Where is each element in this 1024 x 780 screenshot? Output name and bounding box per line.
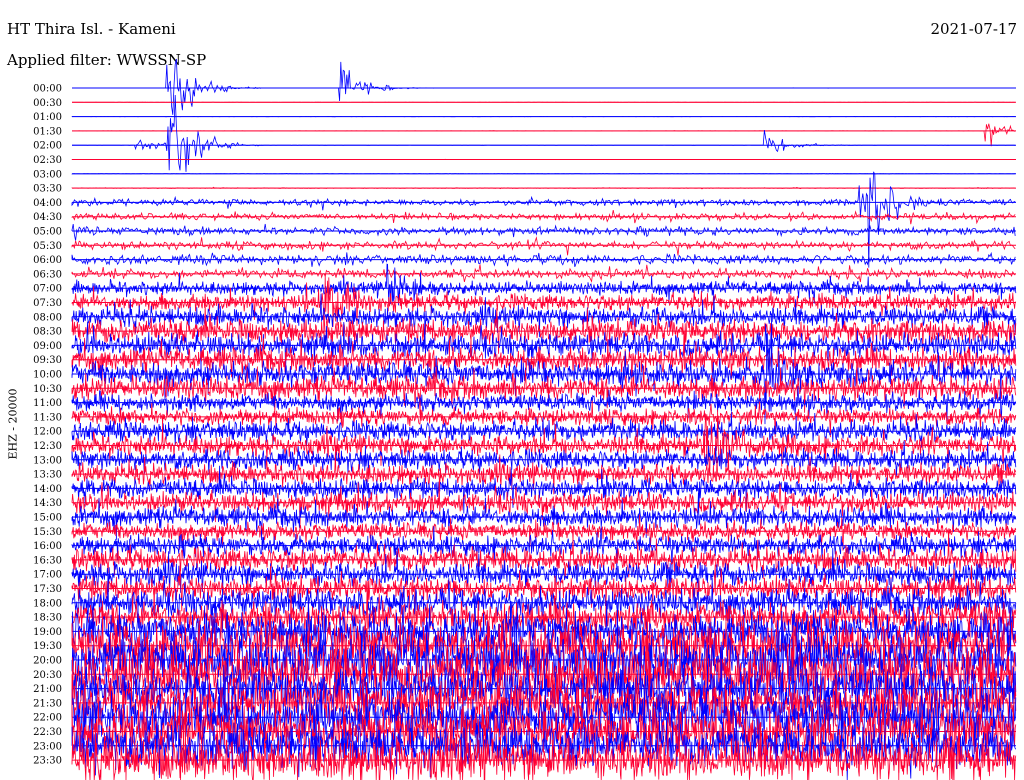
tick-label: 21:30 — [33, 698, 62, 709]
trace-0500 — [71, 223, 1016, 241]
tick-label: 07:00 — [33, 284, 62, 295]
tick-label: 12:00 — [33, 427, 62, 438]
tick-label: 10:00 — [33, 370, 62, 381]
tick-label: 11:30 — [33, 412, 62, 423]
tick-label: 10:30 — [33, 384, 62, 395]
tick-label: 05:00 — [33, 227, 62, 238]
tick-label: 09:30 — [33, 355, 62, 366]
tick-label: 07:30 — [33, 298, 62, 309]
trace-0200 — [72, 94, 1016, 172]
tick-label: 18:00 — [33, 598, 62, 609]
trace-0400 — [71, 171, 1016, 268]
tick-label: 13:30 — [33, 470, 62, 481]
tick-label: 20:00 — [33, 656, 62, 667]
tick-label: 22:30 — [33, 727, 62, 738]
tick-label: 13:00 — [33, 455, 62, 466]
tick-label: 16:30 — [33, 555, 62, 566]
tick-label: 17:00 — [33, 570, 62, 581]
tick-label: 06:00 — [33, 255, 62, 266]
tick-label: 22:00 — [33, 713, 62, 724]
tick-label: 16:00 — [33, 541, 62, 552]
tick-label: 21:00 — [33, 684, 62, 695]
tick-label: 05:30 — [33, 241, 62, 252]
trace-0700 — [71, 263, 1017, 306]
trace-0000 — [72, 58, 1016, 115]
tick-label: 01:30 — [33, 126, 62, 137]
tick-label: 15:00 — [33, 513, 62, 524]
helicorder-chart: 00:00 00:30 01:00 01:30 02:00 02:30 03:00 03:30… — [33, 58, 1017, 780]
tick-label: 01:00 — [33, 112, 62, 123]
tick-label: 17:30 — [33, 584, 62, 595]
time-tick-labels: 00:00 00:30 01:00 01:30 02:00 02:30 03:00 03:30… — [33, 84, 62, 767]
tick-label: 00:30 — [33, 98, 62, 109]
tick-label: 15:30 — [33, 527, 62, 538]
tick-label: 23:00 — [33, 741, 62, 752]
tick-label: 18:30 — [33, 613, 62, 624]
tick-label: 08:00 — [33, 312, 62, 323]
tick-label: 02:30 — [33, 155, 62, 166]
seismic-traces — [71, 58, 1017, 780]
trace-0630 — [71, 264, 1016, 283]
tick-label: 19:00 — [33, 627, 62, 638]
tick-label: 08:30 — [33, 327, 62, 338]
trace-0130 — [72, 123, 1016, 147]
tick-label: 12:30 — [33, 441, 62, 452]
tick-label: 00:00 — [33, 84, 62, 95]
tick-label: 09:00 — [33, 341, 62, 352]
tick-label: 14:30 — [33, 498, 62, 509]
tick-label: 04:00 — [33, 198, 62, 209]
tick-label: 20:30 — [33, 670, 62, 681]
tick-label: 11:00 — [33, 398, 62, 409]
tick-label: 06:30 — [33, 269, 62, 280]
tick-label: 03:30 — [33, 184, 62, 195]
tick-label: 14:00 — [33, 484, 62, 495]
tick-label: 02:00 — [33, 141, 62, 152]
tick-label: 03:00 — [33, 169, 62, 180]
tick-label: 04:30 — [33, 212, 62, 223]
tick-label: 19:30 — [33, 641, 62, 652]
tick-label: 23:30 — [33, 756, 62, 767]
trace-0530 — [71, 236, 1016, 256]
